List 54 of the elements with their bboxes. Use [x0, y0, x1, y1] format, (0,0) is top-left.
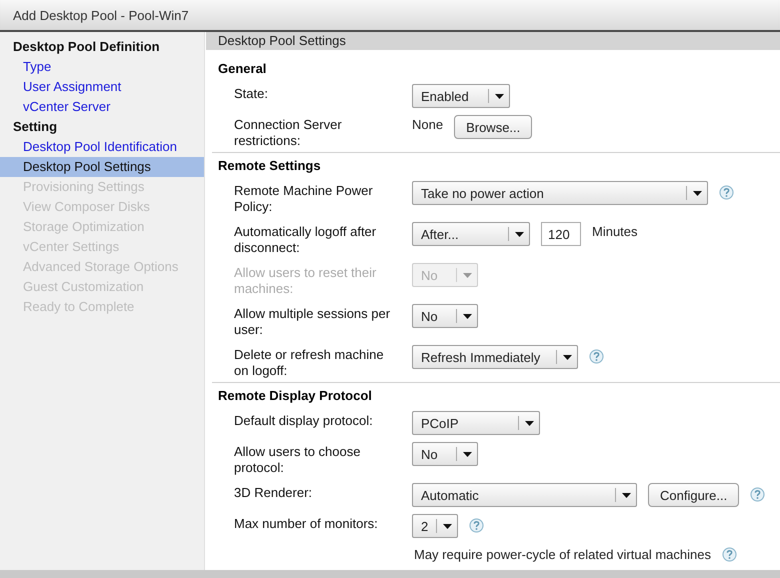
dropdown[interactable]: Enabled: [412, 84, 510, 108]
dropdown[interactable]: 2: [412, 514, 458, 538]
action-button[interactable]: Browse...: [454, 115, 532, 139]
wizard-step[interactable]: vCenter Server: [0, 97, 204, 117]
field-label: Connection Server restrictions:: [234, 116, 343, 149]
dropdown[interactable]: Automatic: [412, 483, 637, 507]
caret-icon: [442, 524, 452, 528]
wizard-step[interactable]: Desktop Pool Settings: [0, 157, 204, 177]
section-title: Remote Display Protocol: [218, 387, 373, 405]
value-text: Minutes: [592, 223, 638, 240]
help-icon[interactable]: [750, 487, 766, 502]
section-heading: Desktop Pool Definition: [12, 38, 161, 56]
caret-icon: [562, 354, 572, 360]
minutes-field[interactable]: 120: [541, 222, 581, 246]
field-label: Default display protocol:: [234, 412, 374, 430]
window-title: Add Desktop Pool - Pool-Win7: [0, 0, 780, 32]
section-heading: Setting: [12, 118, 58, 136]
dropdown[interactable]: Refresh Immediately: [412, 345, 578, 369]
dropdown[interactable]: PCoIP: [412, 411, 540, 435]
caret-icon: [622, 492, 630, 498]
action-button[interactable]: Configure...: [648, 483, 740, 507]
horizontal-scrollbar[interactable]: [0, 570, 780, 578]
caret-icon: [462, 452, 472, 456]
field-label: Allow users to choose protocol:: [234, 443, 362, 476]
note-text: May require power-cycle of related virtual machines: [414, 546, 711, 562]
field-label: Max number of monitors:: [234, 515, 379, 533]
field-label: Allow multiple sessions per user:: [234, 305, 392, 338]
help-icon[interactable]: [719, 185, 734, 200]
caret-icon: [462, 314, 472, 318]
field-label: Allow users to reset their machines:: [234, 264, 378, 297]
caret-icon: [462, 272, 472, 278]
dropdown[interactable]: Take no power action: [412, 181, 708, 205]
section-title: Remote Settings: [218, 157, 322, 175]
caret-icon: [494, 94, 504, 98]
dropdown[interactable]: No: [412, 442, 478, 466]
panel-header: Desktop Pool Settings: [206, 32, 780, 50]
field-label: State:: [234, 85, 269, 103]
field-label: Delete or refresh machine on logoff:: [234, 346, 385, 379]
caret-icon: [524, 420, 534, 426]
field-label: Automatically logoff after disconnect:: [234, 223, 378, 256]
help-icon[interactable]: [589, 349, 604, 364]
help-icon[interactable]: [722, 547, 737, 562]
dropdown[interactable]: After...: [412, 222, 530, 246]
wizard-step[interactable]: Type: [0, 57, 204, 77]
caret-icon: [692, 190, 702, 196]
section-title: General: [218, 60, 268, 78]
help-icon[interactable]: [469, 518, 484, 533]
value-text: None: [412, 116, 444, 133]
dropdown[interactable]: No: [412, 304, 478, 328]
caret-icon: [514, 232, 524, 236]
wizard-step[interactable]: Desktop Pool Identification: [0, 137, 204, 157]
field-label: 3D Renderer:: [234, 484, 314, 502]
wizard-step[interactable]: User Assignment: [0, 77, 204, 97]
field-label: Remote Machine Power Policy:: [234, 182, 374, 215]
